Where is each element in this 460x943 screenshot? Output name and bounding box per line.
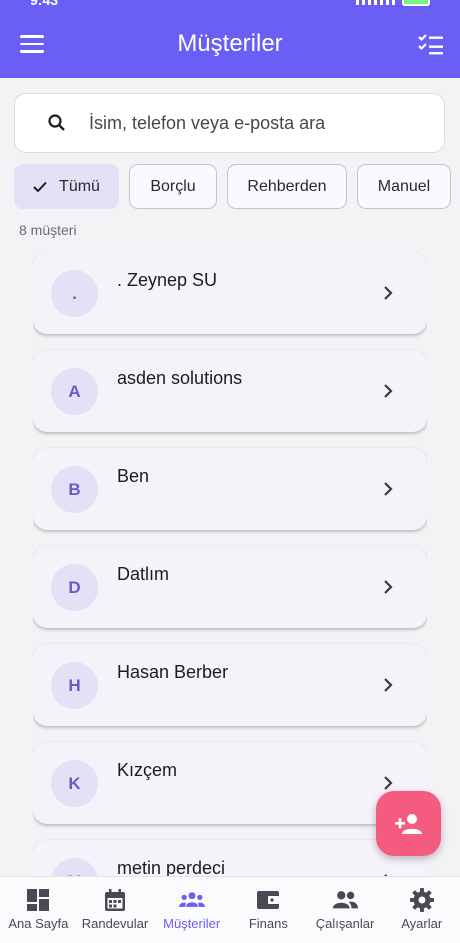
chevron-right-icon <box>384 384 393 398</box>
nav-label: Müşteriler <box>163 916 221 931</box>
customer-card[interactable]: K Kızçem <box>33 742 427 824</box>
customer-name: Datlım <box>117 564 170 584</box>
signal-icon <box>356 0 396 5</box>
filter-chip-all[interactable]: Tümü <box>14 164 119 209</box>
customer-name: Ben <box>117 466 150 486</box>
nav-label: Çalışanlar <box>315 916 375 931</box>
nav-item-home[interactable]: Ana Sayfa <box>0 877 77 943</box>
filter-chip-contacts[interactable]: Rehberden <box>227 164 347 209</box>
nav-label: Randevular <box>81 916 149 931</box>
chevron-right-icon <box>384 482 393 496</box>
filter-chips: Tümü Borçlu Rehberden Manuel <box>14 164 451 209</box>
filter-chip-manual[interactable]: Manuel <box>357 164 451 209</box>
customer-card[interactable]: H Hasan Berber <box>33 644 427 726</box>
search-input[interactable] <box>89 112 429 134</box>
check-icon <box>33 181 47 192</box>
filter-chip-debtor[interactable]: Borçlu <box>129 164 217 209</box>
avatar: H <box>51 662 98 709</box>
chevron-right-icon <box>384 580 393 594</box>
customer-name: Hasan Berber <box>117 662 229 682</box>
customer-card[interactable]: A asden solutions <box>33 350 427 432</box>
customer-card[interactable]: D Datlım <box>33 546 427 628</box>
customer-card[interactable]: . . Zeynep SU <box>33 252 427 334</box>
nav-item-customers[interactable]: Müşteriler <box>153 877 230 943</box>
nav-label: Ayarlar <box>401 916 443 931</box>
nav-item-settings[interactable]: Ayarlar <box>383 877 460 943</box>
avatar: M <box>51 858 98 876</box>
battery-icon <box>402 0 430 6</box>
customer-card[interactable]: M metin perdeci <box>33 840 427 876</box>
people-icon <box>178 892 205 907</box>
chevron-right-icon <box>384 678 393 692</box>
calendar-icon <box>105 889 125 911</box>
nav-label: Finans <box>248 916 288 931</box>
nav-label: Ana Sayfa <box>8 916 69 931</box>
avatar: K <box>51 760 98 807</box>
status-bar: 9:43 <box>0 0 460 10</box>
chevron-right-icon <box>384 776 393 790</box>
status-time: 9:43 <box>30 0 59 8</box>
customer-name: asden solutions <box>117 368 243 388</box>
add-person-icon <box>394 813 422 834</box>
search-field[interactable] <box>14 93 445 153</box>
checklist-icon[interactable] <box>418 33 444 55</box>
employees-icon <box>332 891 359 909</box>
customer-count: 8 müşteri <box>19 222 77 238</box>
avatar: B <box>51 466 98 513</box>
filter-chip-label: Tümü <box>59 177 100 195</box>
customer-name: Kızçem <box>117 760 178 780</box>
app-bar: Müşteriler <box>0 10 460 78</box>
filter-chip-label: Rehberden <box>247 177 327 195</box>
customer-name: metin perdeci <box>117 858 226 876</box>
nav-item-employees[interactable]: Çalışanlar <box>307 877 384 943</box>
avatar: . <box>51 270 98 317</box>
avatar: A <box>51 368 98 415</box>
bottom-navigation: Ana Sayfa Randevular Müşteriler Finans Ç… <box>0 876 460 943</box>
nav-item-appointments[interactable]: Randevular <box>77 877 154 943</box>
add-customer-button[interactable] <box>376 791 441 856</box>
nav-item-finance[interactable]: Finans <box>230 877 307 943</box>
filter-chip-label: Borçlu <box>150 177 196 195</box>
customer-card[interactable]: B Ben <box>33 448 427 530</box>
dashboard-icon <box>27 889 50 911</box>
settings-icon <box>409 888 434 912</box>
avatar: D <box>51 564 98 611</box>
search-icon <box>48 114 65 131</box>
customer-list[interactable]: . . Zeynep SU A asden solutions B Ben D … <box>33 252 427 876</box>
page-title: Müşteriler <box>177 30 283 57</box>
chevron-right-icon <box>384 286 393 300</box>
menu-icon[interactable] <box>20 35 44 53</box>
customer-name: . Zeynep SU <box>117 270 218 290</box>
status-icons <box>356 0 430 6</box>
filter-chip-label: Manuel <box>377 177 431 195</box>
wallet-icon <box>257 891 280 909</box>
